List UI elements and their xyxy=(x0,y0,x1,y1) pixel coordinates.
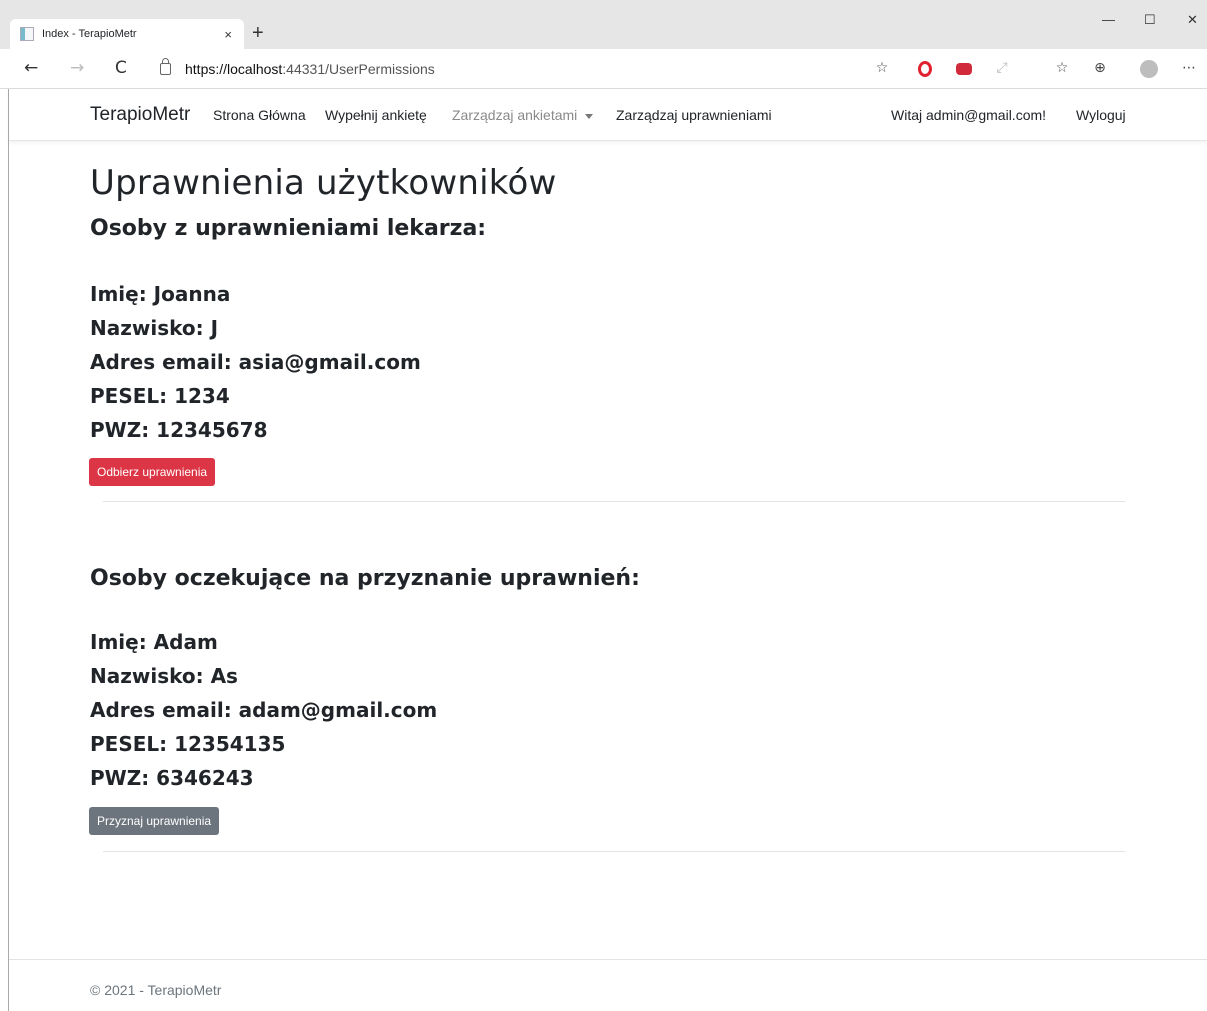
doctor-pesel: PESEL: 1234 xyxy=(90,384,230,408)
url-input[interactable]: https://localhost:44331/UserPermissions xyxy=(150,54,910,83)
pending-heading: Osoby oczekujące na przyznanie uprawnień… xyxy=(90,566,640,591)
url-path: :44331/UserPermissions xyxy=(282,60,435,77)
divider xyxy=(103,501,1125,502)
page-title: Uprawnienia użytkowników xyxy=(90,163,557,203)
forward-icon[interactable]: → xyxy=(70,58,84,78)
favorites-icon[interactable]: ☆ xyxy=(1053,59,1071,77)
pending-pwz: PWZ: 6346243 xyxy=(90,766,254,790)
web-page: TerapioMetr Strona Główna Wypełnij ankie… xyxy=(8,89,1207,1011)
nav-home[interactable]: Strona Główna xyxy=(213,107,306,123)
nav-fill-survey[interactable]: Wypełnij ankietę xyxy=(325,107,427,123)
nav-manage-surveys[interactable]: Zarządzaj ankietami xyxy=(452,107,594,123)
doctors-heading: Osoby z uprawnieniami lekarza: xyxy=(90,216,487,241)
user-greeting[interactable]: Witaj admin@gmail.com! xyxy=(891,107,1046,123)
favorite-add-icon[interactable]: ☆ xyxy=(873,59,891,77)
profile-avatar-icon[interactable] xyxy=(1140,60,1158,78)
site-navbar: TerapioMetr Strona Główna Wypełnij ankie… xyxy=(9,89,1207,141)
doctor-pwz: PWZ: 12345678 xyxy=(90,418,268,442)
tab-close-icon[interactable]: × xyxy=(224,27,232,42)
address-bar: ← → C https://localhost:44331/UserPermis… xyxy=(0,49,1207,89)
browser-tab[interactable]: Index - TerapioMetr × xyxy=(10,19,244,49)
pending-pesel: PESEL: 12354135 xyxy=(90,732,286,756)
revoke-permissions-button[interactable]: Odbierz uprawnienia xyxy=(89,458,216,486)
minimize-icon[interactable]: — xyxy=(1102,12,1115,27)
pending-last-name: Nazwisko: As xyxy=(90,664,238,688)
collections-icon[interactable]: ⊕ xyxy=(1091,59,1109,77)
page-favicon-icon xyxy=(20,27,34,41)
red-extension-icon[interactable] xyxy=(956,63,972,75)
logout-link[interactable]: Wyloguj xyxy=(1076,107,1126,123)
url-host: https://localhost xyxy=(185,60,283,77)
nav-manage-permissions[interactable]: Zarządzaj uprawnieniami xyxy=(616,107,772,123)
back-icon[interactable]: ← xyxy=(24,58,38,78)
brand-link[interactable]: TerapioMetr xyxy=(90,104,190,126)
tab-title: Index - TerapioMetr xyxy=(42,28,137,40)
browser-tab-bar: Index - TerapioMetr × + — ☐ ✕ xyxy=(0,0,1207,49)
reload-icon[interactable]: C xyxy=(115,58,127,78)
grant-permissions-button[interactable]: Przyznaj uprawnienia xyxy=(89,807,220,835)
new-tab-icon[interactable]: + xyxy=(252,22,264,45)
doctor-last-name: Nazwisko: J xyxy=(90,316,219,340)
opera-extension-icon[interactable] xyxy=(918,61,932,77)
maximize-icon[interactable]: ☐ xyxy=(1144,12,1156,28)
window-close-icon[interactable]: ✕ xyxy=(1187,12,1198,28)
dropdown-caret-icon xyxy=(585,113,594,119)
disabled-extension-icon[interactable]: ⤢ xyxy=(993,59,1011,77)
site-footer: © 2021 - TerapioMetr xyxy=(9,959,1207,1011)
pending-first-name: Imię: Adam xyxy=(90,630,218,654)
doctor-first-name: Imię: Joanna xyxy=(90,282,231,306)
pending-email: Adres email: adam@gmail.com xyxy=(90,698,438,722)
footer-text: © 2021 - TerapioMetr xyxy=(90,982,222,998)
lock-icon xyxy=(160,57,171,75)
nav-manage-surveys-label: Zarządzaj ankietami xyxy=(452,107,578,123)
doctor-email: Adres email: asia@gmail.com xyxy=(90,350,421,374)
more-menu-icon[interactable]: ⋯ xyxy=(1180,59,1198,77)
divider xyxy=(103,851,1125,852)
